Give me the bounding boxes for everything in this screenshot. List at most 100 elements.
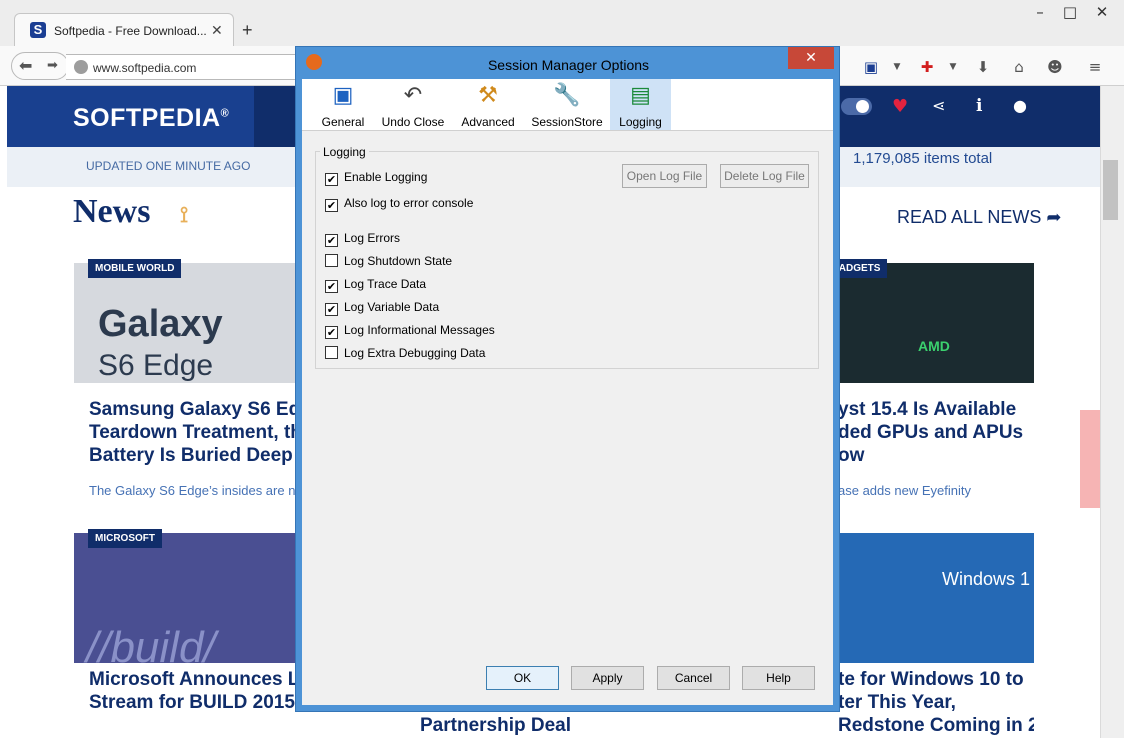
dropdown-arrow-icon[interactable]: ▼: [942, 56, 964, 78]
cancel-button[interactable]: Cancel: [657, 666, 730, 690]
help-button[interactable]: Help: [742, 666, 815, 690]
back-arrow-icon[interactable]: ⬅: [19, 56, 32, 75]
scrollbar-thumb[interactable]: [1103, 160, 1118, 220]
checkbox-box[interactable]: ✔: [325, 280, 338, 293]
article-headline[interactable]: te for Windows 10 to ter This Year, Reds…: [838, 668, 1034, 737]
open-log-file-button[interactable]: Open Log File: [622, 164, 707, 188]
card-image-text: AMD: [918, 338, 950, 354]
checkbox-label: Log Variable Data: [344, 300, 440, 314]
close-window-button[interactable]: ✕: [1088, 0, 1116, 24]
checkbox-box[interactable]: [325, 346, 338, 359]
card-image-text: Galaxy: [98, 303, 223, 345]
chat-icon[interactable]: ☻: [1044, 56, 1066, 78]
info-icon[interactable]: i: [976, 96, 982, 116]
checkbox-label: Also log to error console: [344, 196, 474, 210]
read-all-news-link[interactable]: READ ALL NEWS ➦: [897, 207, 1062, 228]
globe-icon: [74, 60, 88, 74]
checkbox-label: Log Extra Debugging Data: [344, 346, 486, 360]
minimize-window-button[interactable]: –: [1026, 0, 1054, 24]
log-debugging-checkbox[interactable]: Log Extra Debugging Data: [325, 346, 485, 360]
user-icon[interactable]: ●: [1013, 96, 1027, 115]
tab-undo-close[interactable]: ↶ Undo Close: [377, 79, 449, 130]
floppy-disk-icon: ▣: [332, 83, 354, 108]
checkbox-label: Log Shutdown State: [344, 254, 453, 268]
site-logo[interactable]: SOFTPEDIA®: [7, 86, 254, 147]
tab-logging[interactable]: ▤ Logging: [610, 79, 671, 130]
softpedia-favicon-icon: S: [30, 22, 46, 38]
delete-log-file-button[interactable]: Delete Log File: [720, 164, 809, 188]
log-errors-checkbox[interactable]: ✔ Log Errors: [325, 231, 400, 247]
apply-button[interactable]: Apply: [571, 666, 644, 690]
share-icon[interactable]: ⋖: [932, 96, 945, 115]
tab-sessionstore[interactable]: 🔧 SessionStore: [528, 79, 606, 130]
card-image[interactable]: AMD: [838, 263, 1034, 383]
tab-title: Softpedia - Free Download...: [54, 24, 207, 38]
browser-tab[interactable]: S Softpedia - Free Download... ✕: [14, 13, 234, 47]
log-variable-checkbox[interactable]: ✔ Log Variable Data: [325, 300, 439, 316]
back-forward-control: ⬅ ➡: [11, 52, 69, 80]
checkbox-label: Log Informational Messages: [344, 323, 495, 337]
log-trace-checkbox[interactable]: ✔ Log Trace Data: [325, 277, 426, 293]
card-image-text: Windows 1: [942, 569, 1031, 589]
enable-logging-checkbox[interactable]: ✔ Enable Logging: [325, 170, 427, 186]
log-informational-checkbox[interactable]: ✔ Log Informational Messages: [325, 323, 495, 339]
logo-mark: ®: [220, 107, 230, 120]
maximize-window-button[interactable]: □: [1056, 0, 1084, 24]
undo-arrow-icon: ↶: [403, 83, 423, 108]
save-icon[interactable]: ▣: [860, 56, 882, 78]
tab-advanced[interactable]: ⚒ Advanced: [456, 79, 520, 130]
tab-label: Undo Close: [381, 115, 445, 129]
card-image[interactable]: //build/: [74, 533, 298, 672]
checkbox-box[interactable]: ✔: [325, 234, 338, 247]
tab-general[interactable]: ▣ General: [319, 79, 367, 130]
items-total: 1,179,085 items total: [853, 150, 993, 167]
share-arrow-icon: ➦: [1046, 207, 1062, 227]
updated-text: UPDATED ONE MINUTE AGO: [86, 159, 251, 173]
news-heading: News: [73, 193, 151, 230]
feedback-tab[interactable]: FEEDBACK: [1071, 410, 1100, 508]
checkbox-box[interactable]: ✔: [325, 303, 338, 316]
tab-label: General: [321, 115, 365, 129]
article-summary: The Galaxy S6 Edge’s insides are neat: [89, 483, 299, 498]
checkbox-label: Log Trace Data: [344, 277, 427, 291]
checkbox-box[interactable]: ✔: [325, 173, 338, 186]
category-badge[interactable]: MOBILE WORLD: [88, 259, 182, 278]
dialog-close-button[interactable]: ✕: [788, 47, 834, 69]
checkbox-box[interactable]: [325, 254, 338, 267]
dropdown-arrow-icon[interactable]: ▼: [886, 56, 908, 78]
new-tab-button[interactable]: +: [242, 20, 253, 41]
article-headline[interactable]: Partnership Deal: [420, 714, 571, 737]
logging-group-title: Logging: [320, 145, 369, 159]
heart-icon[interactable]: ♥: [892, 96, 908, 117]
article-headline[interactable]: Samsung Galaxy S6 Edg Teardown Treatment…: [89, 398, 299, 467]
article-headline[interactable]: Microsoft Announces Li Stream for BUILD …: [89, 668, 299, 714]
read-all-label: READ ALL NEWS: [897, 207, 1042, 227]
dialog-minimize-button[interactable]: [743, 48, 773, 68]
category-badge[interactable]: MICROSOFT: [88, 529, 162, 548]
ok-button[interactable]: OK: [486, 666, 559, 690]
first-aid-icon[interactable]: ✚: [916, 56, 938, 78]
tab-label: Logging: [619, 115, 662, 129]
home-icon[interactable]: ⌂: [1008, 56, 1030, 78]
feedback-label: FEEDBACK: [1071, 428, 1082, 486]
tools-icon: ⚒: [478, 83, 498, 108]
log-shutdown-checkbox[interactable]: Log Shutdown State: [325, 254, 452, 268]
checkbox-box[interactable]: ✔: [325, 199, 338, 212]
rss-icon[interactable]: ⟟: [180, 203, 188, 228]
url-text: www.softpedia.com: [93, 61, 197, 75]
close-tab-icon[interactable]: ✕: [211, 22, 223, 39]
theme-toggle[interactable]: [841, 98, 872, 115]
monitor-log-icon: ▤: [630, 83, 651, 108]
card-image[interactable]: Windows 1: [838, 533, 1034, 663]
article-headline[interactable]: yst 15.4 Is Available ded GPUs and APUs …: [838, 398, 1034, 467]
download-icon[interactable]: ⬇: [972, 56, 994, 78]
checkbox-box[interactable]: ✔: [325, 326, 338, 339]
wrench-icon: 🔧: [553, 83, 581, 108]
error-console-checkbox[interactable]: ✔ Also log to error console: [325, 196, 473, 212]
tab-label: SessionStore: [531, 115, 603, 129]
menu-icon[interactable]: ≡: [1084, 56, 1106, 78]
card-image[interactable]: Galaxy S6 Edge: [74, 263, 298, 383]
forward-arrow-icon[interactable]: ➡: [47, 58, 58, 73]
logo-text: SOFTPEDIA: [73, 104, 221, 132]
checkbox-label: Enable Logging: [344, 170, 428, 184]
